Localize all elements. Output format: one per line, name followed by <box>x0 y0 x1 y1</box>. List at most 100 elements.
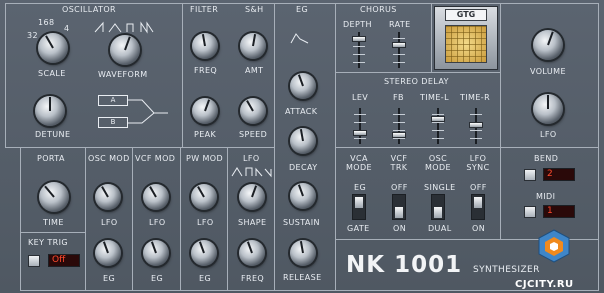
pw-mod-lfo-knob[interactable] <box>191 184 217 210</box>
scale-mark-4: 4 <box>64 24 70 33</box>
brand-subtitle: SYNTHESIZER <box>473 265 540 275</box>
vcf-mod-title: VCF MOD <box>135 154 176 163</box>
lfo-freq-knob[interactable] <box>239 240 265 266</box>
chorus-depth-fader[interactable] <box>352 32 366 68</box>
waveform-label: WAVEFORM <box>98 70 148 79</box>
pw-mod-eg-knob[interactable] <box>191 240 217 266</box>
scale-mark-32: 32 <box>27 31 38 40</box>
osc-b-box: B <box>98 117 128 128</box>
vcf-off-label: OFF <box>391 183 408 192</box>
vca-gate-label: GATE <box>347 224 370 233</box>
lfo-off-label: OFF <box>470 183 487 192</box>
pw-mod-lfo-label: LFO <box>197 218 214 227</box>
key-trig-display[interactable]: Off <box>48 254 80 267</box>
pw-mod-title: PW MOD <box>186 154 224 163</box>
filter-peak-knob[interactable] <box>192 98 218 124</box>
sh-amt-knob[interactable] <box>240 33 266 59</box>
osc-a-label: A <box>110 96 116 104</box>
gtg-label: GTG <box>445 9 487 21</box>
lfo-shape-icons <box>231 167 272 178</box>
key-trig-label: KEY TRIG <box>28 238 68 247</box>
filter-title: FILTER <box>190 5 219 14</box>
decay-knob[interactable] <box>290 128 316 154</box>
lfo-title: LFO <box>243 154 260 163</box>
vcf-mod-eg-knob[interactable] <box>143 240 169 266</box>
chorus-rate-fader[interactable] <box>392 32 406 68</box>
waveform-icons <box>94 21 154 34</box>
detune-label: DETUNE <box>35 130 71 139</box>
eg-envelope-icon <box>290 33 309 44</box>
sh-speed-knob[interactable] <box>240 98 266 124</box>
filter-freq-label: FREQ <box>194 66 218 75</box>
porta-time-label: TIME <box>43 218 64 227</box>
bend-button[interactable] <box>524 169 536 181</box>
delay-lev-label: LEV <box>352 93 369 102</box>
vcf-trk-label: VCF TRK <box>390 154 408 172</box>
master-lfo-label: LFO <box>540 130 557 139</box>
vca-mode-switch[interactable] <box>352 194 366 220</box>
chorus-title: CHORUS <box>360 5 397 14</box>
osc-mod-lfo-knob[interactable] <box>95 184 121 210</box>
filter-sh-section <box>182 3 275 148</box>
oscillator-title: OSCILLATOR <box>62 5 117 14</box>
delay-time-l-fader[interactable] <box>431 108 445 144</box>
sustain-knob[interactable] <box>290 183 316 209</box>
delay-time-r-label: TIME-R <box>460 93 491 102</box>
lfo-shape-label: SHAPE <box>238 218 267 227</box>
midi-display[interactable]: 1 <box>543 205 575 218</box>
osc-mod-eg-knob[interactable] <box>95 240 121 266</box>
lfo-shape-knob[interactable] <box>239 184 265 210</box>
osc-mode-label: OSC MODE <box>425 154 452 172</box>
brand-logo-icon <box>538 229 570 263</box>
attack-knob[interactable] <box>290 73 316 99</box>
osc-mod-eg-label: EG <box>103 274 116 283</box>
pw-mod-eg-label: EG <box>199 274 212 283</box>
release-label: RELEASE <box>283 273 322 282</box>
attack-label: ATTACK <box>285 107 318 116</box>
lfo-on-label: ON <box>472 224 486 233</box>
midi-button[interactable] <box>524 206 536 218</box>
sh-amt-label: AMT <box>245 66 264 75</box>
gtg-screen <box>445 25 487 63</box>
release-knob[interactable] <box>290 240 316 266</box>
vcf-mod-lfo-knob[interactable] <box>143 184 169 210</box>
key-trig-button[interactable] <box>28 255 40 267</box>
volume-knob[interactable] <box>533 30 563 60</box>
osc-a-box: A <box>98 95 128 106</box>
filter-freq-knob[interactable] <box>192 33 218 59</box>
osc-mode-switch[interactable] <box>431 194 445 220</box>
lfo-sync-label: LFO SYNC <box>466 154 490 172</box>
delay-fb-label: FB <box>393 93 404 102</box>
waveform-knob[interactable] <box>110 35 140 65</box>
master-lfo-knob[interactable] <box>533 94 563 124</box>
bend-display[interactable]: 2 <box>543 168 575 181</box>
synth-panel: OSCILLATOR 16 8 4 32 SCALE WAVEFORM DETU… <box>0 0 604 293</box>
volume-label: VOLUME <box>530 67 566 76</box>
scale-mark-8: 8 <box>49 18 55 27</box>
osc-mix-lines <box>128 99 168 124</box>
osc-b-label: B <box>110 118 116 126</box>
delay-fb-fader[interactable] <box>392 108 406 144</box>
lfo-sync-switch[interactable] <box>471 194 485 220</box>
detune-knob[interactable] <box>35 96 65 126</box>
stereo-delay-title: STEREO DELAY <box>384 77 449 86</box>
gtg-display[interactable]: GTG <box>434 6 498 70</box>
decay-label: DECAY <box>289 163 318 172</box>
vcf-trk-switch[interactable] <box>392 194 406 220</box>
chorus-rate-label: RATE <box>389 20 411 29</box>
sustain-label: SUSTAIN <box>283 218 320 227</box>
scale-mark-16: 16 <box>38 18 49 27</box>
osc-mod-title: OSC MOD <box>88 154 130 163</box>
delay-time-r-fader[interactable] <box>469 108 483 144</box>
porta-time-knob[interactable] <box>39 182 69 212</box>
delay-time-l-label: TIME-L <box>420 93 449 102</box>
vcf-mod-lfo-label: LFO <box>149 218 166 227</box>
scale-label: SCALE <box>38 69 66 78</box>
eg-title: EG <box>296 5 309 14</box>
delay-lev-fader[interactable] <box>353 108 367 144</box>
scale-knob[interactable] <box>38 33 68 63</box>
osc-single-label: SINGLE <box>424 183 456 192</box>
sh-title: S&H <box>245 5 264 14</box>
filter-peak-label: PEAK <box>194 130 217 139</box>
vca-eg-label: EG <box>354 183 367 192</box>
